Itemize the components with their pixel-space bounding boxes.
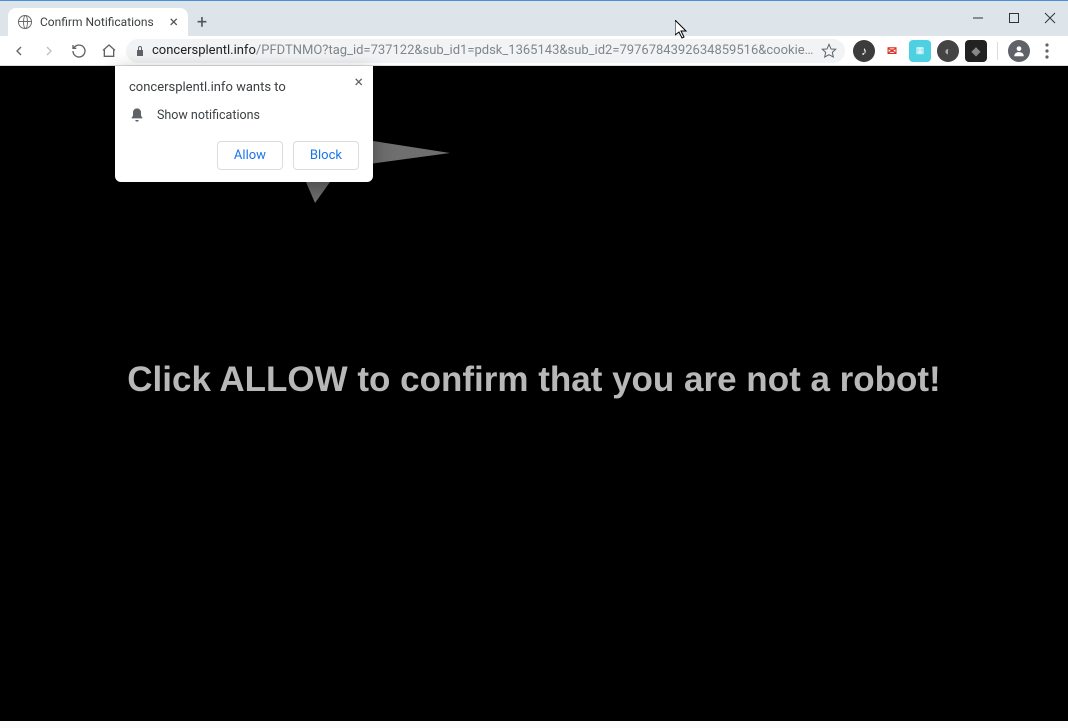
notification-permission-dialog: × concersplentl.info wants to Show notif… (115, 66, 373, 182)
permission-request-text: Show notifications (157, 108, 260, 123)
extension-icon-photo[interactable]: ▦ (909, 40, 931, 62)
browser-menu-button[interactable] (1036, 40, 1058, 62)
reload-button[interactable] (66, 38, 92, 64)
extension-icon-mail[interactable]: ✉ (881, 40, 903, 62)
dialog-close-button[interactable]: × (354, 74, 363, 90)
new-tab-button[interactable]: + (188, 8, 216, 36)
back-button[interactable] (6, 38, 32, 64)
minimize-button[interactable] (960, 4, 996, 32)
window-title-bar (0, 0, 1068, 8)
maximize-button[interactable] (996, 4, 1032, 32)
extension-icon-cube[interactable]: ◆ (965, 40, 987, 62)
browser-tab[interactable]: Confirm Notifications × (8, 8, 188, 36)
permission-request-row: Show notifications (129, 107, 359, 123)
home-button[interactable] (96, 38, 122, 64)
tab-strip: Confirm Notifications × + (0, 8, 1068, 36)
profile-avatar[interactable] (1008, 40, 1030, 62)
url-text: concersplentl.info/PFDTNMO?tag_id=737122… (152, 43, 815, 58)
mouse-cursor-icon (675, 20, 691, 40)
allow-button[interactable]: Allow (217, 141, 283, 170)
forward-button[interactable] (36, 38, 62, 64)
lock-icon (134, 45, 146, 57)
bookmark-star-icon[interactable] (821, 43, 837, 59)
dialog-actions: Allow Block (129, 141, 359, 170)
window-controls (960, 0, 1068, 36)
dialog-title: concersplentl.info wants to (129, 80, 359, 95)
close-window-button[interactable] (1032, 4, 1068, 32)
globe-icon (18, 15, 32, 29)
block-button[interactable]: Block (293, 141, 359, 170)
main-message-text: Click ALLOW to confirm that you are not … (127, 360, 940, 400)
tab-close-button[interactable]: × (167, 12, 180, 32)
window-bottom-edge (0, 721, 1068, 728)
browser-toolbar: concersplentl.info/PFDTNMO?tag_id=737122… (0, 36, 1068, 66)
toolbar-divider (997, 42, 998, 60)
extension-icon-circle[interactable]: ◐ (937, 40, 959, 62)
tab-title: Confirm Notifications (40, 15, 159, 29)
address-bar[interactable]: concersplentl.info/PFDTNMO?tag_id=737122… (126, 39, 845, 63)
extension-icon-music[interactable]: ♪ (853, 40, 875, 62)
extensions-area: ♪ ✉ ▦ ◐ ◆ (849, 40, 1062, 62)
bell-icon (129, 107, 145, 123)
